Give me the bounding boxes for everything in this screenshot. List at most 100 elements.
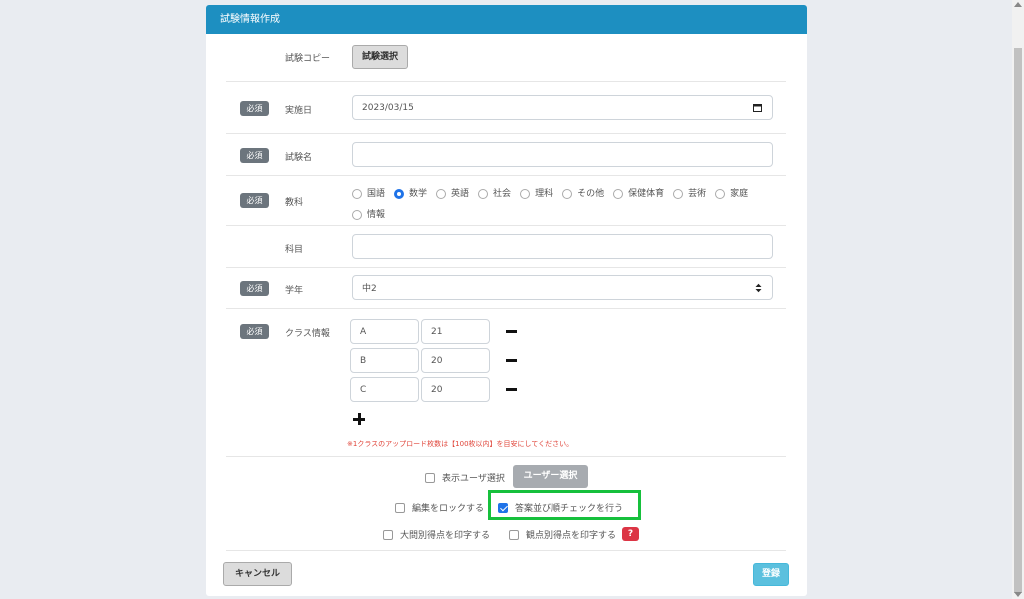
subject-radio[interactable]: 芸術 xyxy=(673,185,706,203)
radio-circle[interactable] xyxy=(352,189,362,199)
display-user-checkbox-box[interactable] xyxy=(425,472,435,483)
add-class-icon[interactable] xyxy=(353,413,365,425)
class-name-value: B xyxy=(360,355,367,366)
subject-radio-group: 国語 数学 英語 社会 理科 その他 保健体育 芸術 家庭情報 xyxy=(352,185,772,227)
answer-order-checkbox[interactable]: 答案並び順チェックを行う xyxy=(498,501,623,514)
required-badge: 必須 xyxy=(240,281,269,296)
subject-radio[interactable]: 社会 xyxy=(478,185,511,203)
radio-circle[interactable] xyxy=(715,189,726,199)
course-label: 科目 xyxy=(285,245,304,255)
subject-radio-label: 情報 xyxy=(367,210,386,220)
radio-circle[interactable] xyxy=(520,189,531,199)
subject-radio[interactable]: 家庭 xyxy=(715,185,748,203)
subject-radio-label: 家庭 xyxy=(730,189,749,199)
grade-select[interactable]: 中2 xyxy=(352,275,773,300)
display-user-checkbox[interactable]: 表示ユーザ選択 xyxy=(425,471,505,484)
remove-class-icon[interactable] xyxy=(506,388,517,391)
class-name-input[interactable]: B xyxy=(350,348,419,373)
subject-radio-label: 理科 xyxy=(535,189,554,199)
page-scrollbar[interactable] xyxy=(1012,0,1024,599)
subject-radio[interactable]: 保健体育 xyxy=(613,185,664,203)
radio-circle[interactable] xyxy=(673,189,684,199)
modal-title: 試験情報作成 xyxy=(206,5,807,34)
subject-radio[interactable]: その他 xyxy=(562,185,604,203)
select-arrows-icon xyxy=(755,283,762,293)
remove-class-icon[interactable] xyxy=(506,359,517,362)
exam-name-input[interactable] xyxy=(352,142,773,167)
subject-radio-label: 芸術 xyxy=(688,189,707,199)
class-count-input[interactable]: 20 xyxy=(421,377,490,402)
subject-radio-label: その他 xyxy=(577,189,605,199)
class-info-row: 必須 クラス情報 A 21 B 20 C 20 ※1クラスのアップロード枚数は【… xyxy=(226,309,786,457)
calendar-icon[interactable] xyxy=(753,103,762,112)
required-badge: 必須 xyxy=(240,193,269,208)
radio-circle[interactable] xyxy=(394,189,405,199)
print-question-scores-label: 大問別得点を印字する xyxy=(400,531,491,541)
exam-copy-label: 試験コピー xyxy=(285,54,331,64)
register-button[interactable]: 登録 xyxy=(753,563,789,586)
date-row: 必須 実施日 2023/03/15 xyxy=(226,82,786,134)
subject-radio-label: 社会 xyxy=(493,189,512,199)
radio-circle[interactable] xyxy=(478,189,489,199)
class-count-input[interactable]: 21 xyxy=(421,319,490,344)
lock-edit-checkbox-box[interactable] xyxy=(395,502,405,513)
subject-radio[interactable]: 数学 xyxy=(394,185,427,203)
class-count-value: 20 xyxy=(431,355,443,366)
exam-create-modal: 試験情報作成 試験コピー 試験選択 必須 実施日 2023/03/15 必須 試… xyxy=(206,5,807,596)
subject-radio[interactable]: 理科 xyxy=(520,185,553,203)
radio-circle[interactable] xyxy=(352,210,362,220)
exam-copy-row: 試験コピー 試験選択 xyxy=(226,34,786,82)
radio-circle[interactable] xyxy=(562,189,573,199)
subject-radio[interactable]: 英語 xyxy=(436,185,469,203)
class-info-label: クラス情報 xyxy=(285,329,330,339)
remove-class-icon[interactable] xyxy=(506,330,517,333)
footer-divider xyxy=(226,550,786,551)
scroll-down-icon[interactable] xyxy=(1014,592,1022,597)
required-badge: 必須 xyxy=(240,148,269,163)
course-row: 科目 xyxy=(226,226,786,268)
answer-order-checkbox-box[interactable] xyxy=(498,502,508,513)
exam-name-label: 試験名 xyxy=(285,153,313,163)
display-user-label: 表示ユーザ選択 xyxy=(442,474,505,484)
class-name-input[interactable]: C xyxy=(350,377,419,402)
class-count-input[interactable]: 20 xyxy=(421,348,490,373)
class-name-value: A xyxy=(360,326,367,337)
class-upload-note: ※1クラスのアップロード枚数は【100枚以内】を目安にしてください。 xyxy=(347,440,574,448)
class-name-input[interactable]: A xyxy=(350,319,419,344)
required-badge: 必須 xyxy=(240,101,269,116)
print-viewpoint-scores-checkbox-box[interactable] xyxy=(509,529,519,540)
user-select-button[interactable]: ユーザー選択 xyxy=(513,465,588,488)
print-viewpoint-scores-checkbox[interactable]: 観点別得点を印字する xyxy=(509,528,616,541)
date-input[interactable]: 2023/03/15 xyxy=(352,95,773,120)
class-name-value: C xyxy=(360,384,367,395)
subject-radio[interactable]: 情報 xyxy=(352,206,385,224)
print-question-scores-checkbox[interactable]: 大問別得点を印字する xyxy=(383,528,490,541)
class-count-value: 21 xyxy=(431,326,443,337)
subject-label: 教科 xyxy=(285,198,304,208)
lock-edit-checkbox[interactable]: 編集をロックする xyxy=(395,501,484,514)
subject-row: 必須 教科 国語 数学 英語 社会 理科 その他 保健体育 芸術 家庭情報 xyxy=(226,176,786,226)
print-question-scores-checkbox-box[interactable] xyxy=(383,529,393,540)
exam-name-row: 必須 試験名 xyxy=(226,134,786,176)
help-icon[interactable]: ? xyxy=(622,527,639,541)
required-badge: 必須 xyxy=(240,324,269,339)
answer-order-label: 答案並び順チェックを行う xyxy=(515,504,624,514)
exam-select-button[interactable]: 試験選択 xyxy=(352,45,408,69)
radio-circle[interactable] xyxy=(613,189,624,199)
subject-radio-label: 数学 xyxy=(409,189,428,199)
subject-radio-label: 英語 xyxy=(451,189,470,199)
radio-circle[interactable] xyxy=(436,189,447,199)
subject-radio-label: 国語 xyxy=(367,189,386,199)
date-value: 2023/03/15 xyxy=(362,102,414,113)
scroll-thumb[interactable] xyxy=(1014,48,1022,593)
course-input[interactable] xyxy=(352,234,773,259)
grade-label: 学年 xyxy=(285,286,304,296)
grade-value: 中2 xyxy=(362,284,377,294)
subject-radio[interactable]: 国語 xyxy=(352,185,385,203)
cancel-button[interactable]: キャンセル xyxy=(223,562,292,586)
scroll-up-icon[interactable] xyxy=(1014,2,1022,7)
lock-edit-label: 編集をロックする xyxy=(412,504,485,514)
subject-radio-label: 保健体育 xyxy=(628,189,665,199)
grade-row: 必須 学年 中2 xyxy=(226,268,786,309)
class-count-value: 20 xyxy=(431,384,443,395)
